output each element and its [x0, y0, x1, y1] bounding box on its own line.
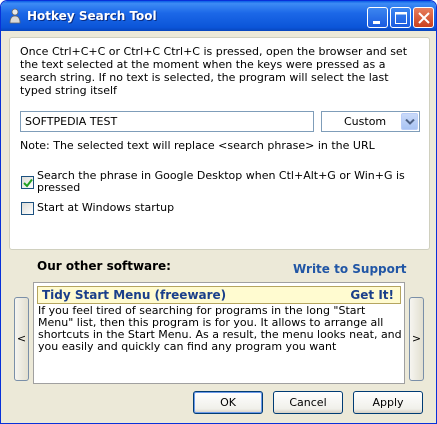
search-input[interactable]	[20, 111, 314, 132]
write-to-support-link[interactable]: Write to Support	[293, 262, 407, 276]
other-software-heading: Our other software:	[37, 259, 171, 273]
promo-product-name[interactable]: Tidy Start Menu (freeware)	[42, 288, 226, 302]
google-desktop-label[interactable]: Search the phrase in Google Desktop when…	[37, 170, 422, 194]
startup-label[interactable]: Start at Windows startup	[37, 202, 174, 214]
minimize-button[interactable]	[367, 7, 388, 28]
close-button[interactable]	[413, 7, 434, 28]
promo-panel: Tidy Start Menu (freeware) Get It! If yo…	[33, 282, 405, 384]
apply-button[interactable]: Apply	[353, 391, 423, 414]
checkmark-icon	[23, 178, 33, 188]
maximize-icon	[395, 12, 407, 24]
promo-description: If you feel tired of searching for progr…	[38, 304, 402, 353]
minimize-icon	[373, 21, 380, 24]
next-software-button[interactable]: >	[409, 297, 424, 381]
chevron-down-icon	[405, 119, 415, 125]
promo-header: Tidy Start Menu (freeware) Get It!	[37, 286, 401, 304]
search-engine-select[interactable]: Custom	[321, 111, 420, 132]
person-search-icon	[8, 8, 22, 24]
cancel-button[interactable]: Cancel	[273, 391, 343, 414]
ok-button[interactable]: OK	[193, 391, 263, 414]
get-it-link[interactable]: Get It!	[350, 288, 394, 302]
search-engine-value: Custom	[344, 115, 387, 128]
close-icon	[418, 12, 430, 24]
dropdown-button[interactable]	[401, 113, 418, 130]
app-window: Hotkey Search Tool Once Ctrl+C+C or Ctrl…	[0, 0, 437, 424]
previous-software-button[interactable]: <	[14, 297, 29, 381]
startup-checkbox[interactable]	[21, 202, 34, 215]
title-bar[interactable]: Hotkey Search Tool	[1, 1, 436, 31]
note-text: Note: The selected text will replace <se…	[20, 139, 375, 152]
google-desktop-checkbox[interactable]	[21, 176, 34, 189]
description-text: Once Ctrl+C+C or Ctrl+C Ctrl+C is presse…	[20, 45, 408, 97]
window-title: Hotkey Search Tool	[27, 9, 157, 23]
maximize-button[interactable]	[390, 7, 411, 28]
